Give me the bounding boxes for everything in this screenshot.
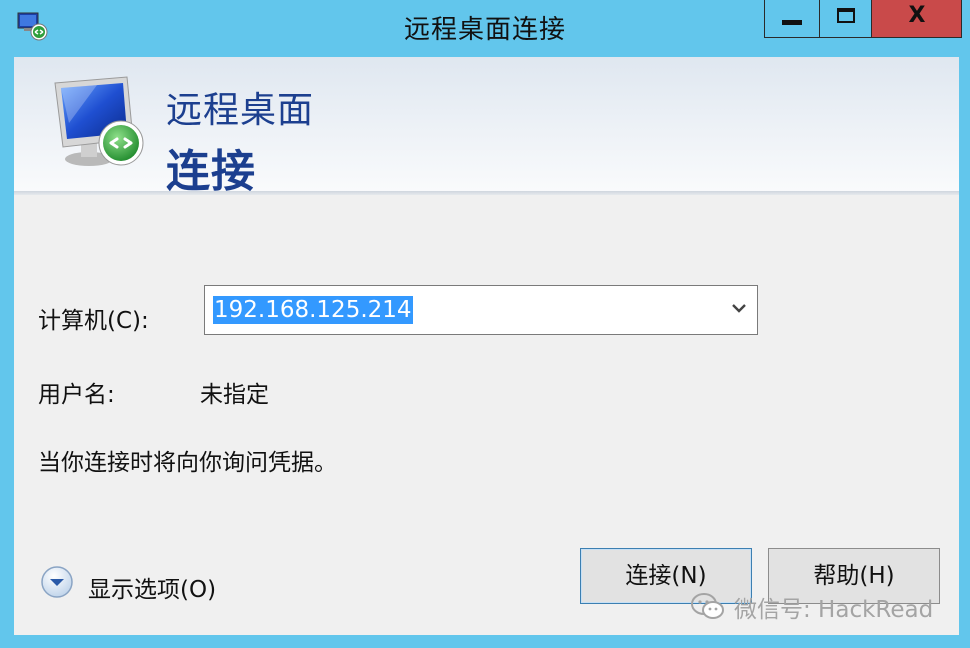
banner-title-line2: 连接 <box>166 146 256 197</box>
credentials-hint: 当你连接时将向你询问凭据。 <box>38 450 337 476</box>
watermark: 微信号: HackRead <box>690 589 933 625</box>
maximize-icon <box>837 8 855 23</box>
header-banner: 远程桌面 连接 <box>14 57 959 197</box>
username-label: 用户名: <box>38 382 115 408</box>
dialog-client-area: 远程桌面 连接 计算机(C): 192.168.125.214 用户名: 未指定… <box>14 57 959 635</box>
chevron-down-icon[interactable] <box>729 298 749 318</box>
computer-label: 计算机(C): <box>38 308 149 334</box>
title-bar[interactable]: 远程桌面连接 X <box>0 0 970 50</box>
close-icon: X <box>908 3 926 28</box>
show-options-link[interactable]: 显示选项(O) <box>88 570 216 604</box>
expand-options-icon[interactable] <box>40 565 74 599</box>
banner-divider <box>14 191 959 195</box>
maximize-button[interactable] <box>820 0 872 38</box>
watermark-text: 微信号: HackRead <box>734 597 934 623</box>
computer-combobox[interactable]: 192.168.125.214 <box>204 285 758 335</box>
minimize-icon <box>782 20 802 25</box>
computer-input[interactable]: 192.168.125.214 <box>213 296 413 324</box>
banner-title-line1: 远程桌面 <box>166 90 315 131</box>
rdp-window: 远程桌面连接 X 远程桌面 连接 计算机(C): 192.168.125.214… <box>0 0 970 648</box>
close-button[interactable]: X <box>872 0 962 38</box>
minimize-button[interactable] <box>764 0 820 38</box>
wechat-icon <box>691 593 724 619</box>
username-value: 未指定 <box>200 382 269 408</box>
remote-desktop-monitor-icon <box>54 76 144 166</box>
